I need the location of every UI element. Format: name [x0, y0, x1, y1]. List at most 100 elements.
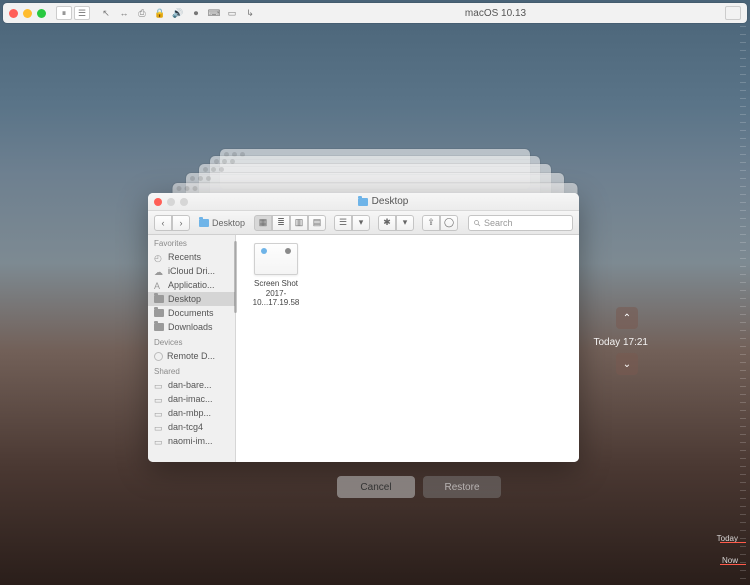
restore-button[interactable]: Restore	[423, 476, 501, 498]
disc-icon	[154, 352, 163, 361]
pause-icon[interactable]: ⏸	[56, 6, 72, 20]
cursor-icon[interactable]: ↖	[98, 6, 114, 20]
back-button[interactable]: ‹	[154, 215, 172, 231]
sidebar-item-label: Remote D...	[167, 351, 215, 361]
file-item[interactable]: Screen Shot 2017-10...17.19.58	[244, 243, 308, 308]
finder-titlebar: Desktop	[148, 193, 579, 211]
close-icon[interactable]	[9, 9, 18, 18]
sidebar-item-label: dan-tcg4	[168, 422, 203, 432]
gear-icon[interactable]: ✱	[378, 215, 396, 231]
sidebar-item-label: Desktop	[168, 294, 201, 304]
nav-back-forward[interactable]: ‹ ›	[154, 215, 190, 231]
button-label: Restore	[444, 482, 479, 493]
sidebar-item-icloud[interactable]: ☁ iCloud Dri...	[148, 264, 235, 278]
folder-icon	[154, 323, 164, 331]
icon-view-button[interactable]: ▦	[254, 215, 272, 231]
sidebar-header-devices: Devices	[148, 334, 235, 349]
cloud-icon: ☁	[154, 267, 164, 275]
sidebar-item-documents[interactable]: Documents	[148, 306, 235, 320]
host-traffic-lights[interactable]	[9, 9, 46, 18]
sidebar-item-shared[interactable]: ▭ naomi-im...	[148, 434, 235, 448]
search-field[interactable]: Search	[468, 215, 573, 231]
action-segment[interactable]: ✱ ▾	[378, 215, 414, 231]
sidebar-item-shared[interactable]: ▭ dan-mbp...	[148, 406, 235, 420]
zoom-icon[interactable]	[37, 9, 46, 18]
sidebar-item-applications[interactable]: A Applicatio...	[148, 278, 235, 292]
view-mode-segment[interactable]: ▦ ≣ ▥ ▤	[254, 215, 326, 231]
timeline-down-button[interactable]: ⌄	[616, 353, 638, 375]
sidebar-item-shared[interactable]: ▭ dan-bare...	[148, 378, 235, 392]
forward-button[interactable]: ›	[172, 215, 190, 231]
gallery-view-button[interactable]: ▤	[308, 215, 326, 231]
timeline-marker-now	[720, 564, 746, 565]
host-tools: ↖ ↔ ⎙ 🔒 🔊 ⏺ ⌨ ▭ ↳	[98, 6, 258, 20]
path-label: Desktop	[212, 218, 245, 228]
sidebar-item-desktop[interactable]: Desktop	[148, 292, 235, 306]
timeline-marker-today	[720, 542, 746, 543]
sidebar-item-label: dan-mbp...	[168, 408, 211, 418]
window-minimize-icon	[167, 198, 175, 206]
sidebar-header-shared: Shared	[148, 363, 235, 378]
sidebar-item-label: Recents	[168, 252, 201, 262]
cancel-button[interactable]: Cancel	[337, 476, 415, 498]
host-menu-icon[interactable]	[725, 6, 741, 20]
timeline-current-label: Today 17:21	[594, 337, 649, 348]
list-view-button[interactable]: ≣	[272, 215, 290, 231]
sound-icon[interactable]: 🔊	[170, 6, 186, 20]
folder-icon	[154, 309, 164, 317]
path-control[interactable]: Desktop	[195, 218, 249, 228]
sidebar-item-label: dan-imac...	[168, 394, 213, 404]
minimize-icon[interactable]	[23, 9, 32, 18]
sidebar-item-recents[interactable]: ◴ Recents	[148, 250, 235, 264]
computer-icon: ▭	[154, 437, 164, 445]
column-view-button[interactable]: ▥	[290, 215, 308, 231]
chevron-up-icon: ⌃	[623, 313, 631, 324]
sidebar-item-label: naomi-im...	[168, 436, 213, 446]
sidebar-item-label: Downloads	[168, 322, 213, 332]
snapshot-icon[interactable]: ☰	[74, 6, 90, 20]
file-name: Screen Shot 2017-10...17.19.58	[244, 279, 308, 308]
timeline-up-button[interactable]: ⌃	[616, 307, 638, 329]
sidebar-item-label: Applicatio...	[168, 280, 215, 290]
search-icon	[473, 219, 481, 227]
folder-icon	[358, 198, 368, 206]
computer-icon: ▭	[154, 409, 164, 417]
applications-icon: A	[154, 281, 164, 289]
sidebar-item-remote-disc[interactable]: Remote D...	[148, 349, 235, 363]
sidebar-item-label: iCloud Dri...	[168, 266, 215, 276]
file-thumbnail	[254, 243, 298, 275]
folder-icon	[154, 295, 164, 303]
share-tag-segment[interactable]: ⇪ ◯	[422, 215, 458, 231]
usb-icon[interactable]: ↳	[242, 6, 258, 20]
sidebar-item-shared[interactable]: ▭ dan-tcg4	[148, 420, 235, 434]
sidebar-item-downloads[interactable]: Downloads	[148, 320, 235, 334]
display-icon[interactable]: ▭	[224, 6, 240, 20]
sidebar-scrollbar[interactable]	[234, 241, 237, 313]
folder-icon	[199, 219, 209, 227]
timeline-ruler	[740, 26, 746, 581]
computer-icon: ▭	[154, 381, 164, 389]
camera-icon[interactable]: ⏺	[188, 6, 204, 20]
chevron-down-icon: ⌄	[623, 359, 631, 370]
resize-icon[interactable]: ↔	[116, 6, 132, 20]
arrange-segment[interactable]: ☰ ▾	[334, 215, 370, 231]
arrange-button[interactable]: ☰	[334, 215, 352, 231]
window-close-icon[interactable]	[154, 198, 162, 206]
tag-icon[interactable]: ◯	[440, 215, 458, 231]
recents-icon: ◴	[154, 253, 164, 261]
sidebar-item-label: Documents	[168, 308, 214, 318]
vm-host-toolbar: ⏸ ☰ ↖ ↔ ⎙ 🔒 🔊 ⏺ ⌨ ▭ ↳ macOS 10.13	[3, 3, 747, 23]
computer-icon: ▭	[154, 395, 164, 403]
computer-icon: ▭	[154, 423, 164, 431]
lock-icon[interactable]: 🔒	[152, 6, 168, 20]
sidebar-item-shared[interactable]: ▭ dan-imac...	[148, 392, 235, 406]
sidebar-header-favorites: Favorites	[148, 235, 235, 250]
printer-icon[interactable]: ⎙	[134, 6, 150, 20]
sidebar-item-label: dan-bare...	[168, 380, 212, 390]
gear-menu-chevron-icon[interactable]: ▾	[396, 215, 414, 231]
share-icon[interactable]: ⇪	[422, 215, 440, 231]
finder-content[interactable]: Screen Shot 2017-10...17.19.58	[236, 235, 579, 462]
host-seg-view[interactable]: ⏸ ☰	[56, 6, 90, 20]
keyboard-icon[interactable]: ⌨	[206, 6, 222, 20]
arrange-menu-chevron-icon[interactable]: ▾	[352, 215, 370, 231]
